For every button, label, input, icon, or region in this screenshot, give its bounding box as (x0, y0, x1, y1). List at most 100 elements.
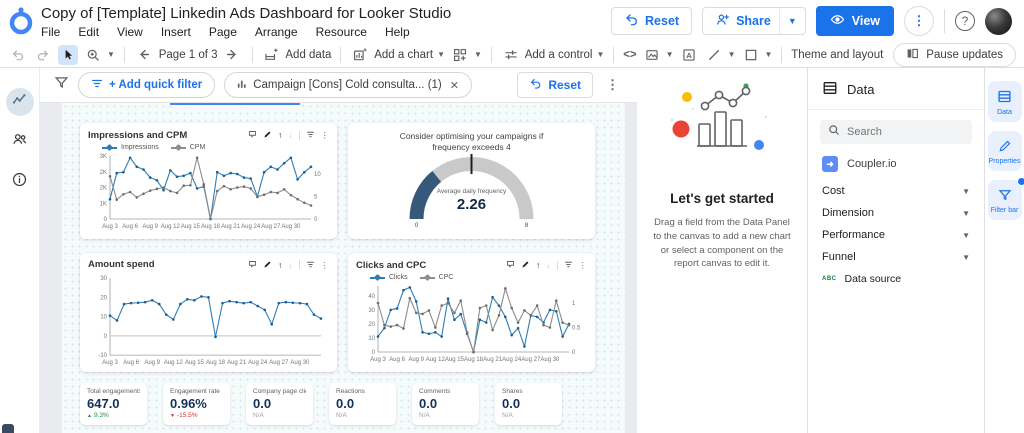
collaborators-tool[interactable] (6, 128, 34, 156)
scorecard-company-page-clicks[interactable]: Company page clicks 0.0 N/A (246, 383, 313, 425)
arrow-up-icon[interactable]: ↑ (536, 261, 540, 270)
menu-file[interactable]: File (41, 25, 60, 39)
chart-filter-icon[interactable] (306, 130, 315, 141)
canvas-gutter: Impressions and CPM ↑ ↓ ⋮ Impressions (40, 103, 637, 433)
page-indicator[interactable]: Page 1 of 3 (159, 49, 218, 61)
campaign-filter-chip[interactable]: Campaign [Cons] Cold consulta... (1) ✕ (224, 72, 472, 98)
field-group-dimension[interactable]: Dimension ▼ (808, 202, 984, 224)
menu-arrange[interactable]: Arrange (255, 25, 298, 39)
add-note-icon[interactable] (248, 260, 257, 271)
previous-page-button[interactable] (134, 45, 154, 65)
view-button[interactable]: View (816, 6, 894, 36)
line-icon (704, 45, 724, 65)
more-options-button[interactable]: ⋮ (904, 6, 934, 36)
document-title[interactable]: Copy of [Template] Linkedin Ads Dashboar… (41, 5, 611, 22)
theme-and-layout-button[interactable]: Theme and layout (791, 49, 883, 61)
edit-pencil-icon[interactable] (263, 260, 272, 271)
chevron-down-icon: ▼ (666, 50, 674, 59)
field-group-performance[interactable]: Performance ▼ (808, 224, 984, 246)
edit-pencil-icon[interactable] (521, 260, 530, 271)
svg-text:Aug 30: Aug 30 (540, 357, 560, 363)
magnifier-icon (83, 45, 103, 65)
filter-bar-menu-icon[interactable]: ⋮ (602, 77, 623, 93)
menu-view[interactable]: View (117, 25, 143, 39)
user-avatar[interactable] (985, 8, 1012, 35)
undo-icon[interactable] (8, 45, 28, 65)
arrow-up-icon[interactable]: ↑ (278, 261, 282, 270)
community-visualizations-button[interactable]: ▼ (450, 45, 482, 65)
menu-resource[interactable]: Resource (316, 25, 367, 39)
filter-reset-button[interactable]: Reset (517, 72, 593, 98)
share-dropdown-button[interactable]: ▼ (779, 8, 805, 34)
frequency-gauge-card[interactable]: Consider optimising your campaigns if fr… (348, 123, 595, 239)
scorecard-comments[interactable]: Comments 0.0 N/A (412, 383, 479, 425)
edit-toolbar: ▼ Page 1 of 3 Add data Add a chart ▼ ▼ A… (0, 42, 1024, 68)
menu-edit[interactable]: Edit (78, 25, 99, 39)
chart-menu-icon[interactable]: ⋮ (321, 131, 330, 140)
chart-filter-icon[interactable] (564, 260, 573, 271)
scorecard-engagement-rate[interactable]: Engagement rate 0.96% ▼-15.5% (163, 383, 230, 425)
line-tool[interactable]: ▼ (704, 45, 736, 65)
looker-studio-logo[interactable] (8, 6, 34, 36)
chart-filter-icon[interactable] (306, 260, 315, 271)
info-tool[interactable] (6, 168, 34, 196)
add-chart-button[interactable]: Add a chart ▼ (350, 45, 445, 65)
svg-text:Aug 21: Aug 21 (227, 360, 247, 366)
arrow-down-icon[interactable]: ↓ (288, 131, 292, 140)
menu-insert[interactable]: Insert (161, 25, 191, 39)
shape-tool[interactable]: ▼ (741, 45, 773, 65)
arrow-up-icon[interactable]: ↑ (278, 131, 282, 140)
field-group-funnel[interactable]: Funnel ▼ (808, 246, 984, 268)
image-icon (642, 45, 662, 65)
add-note-icon[interactable] (248, 130, 257, 141)
data-search-box[interactable] (820, 120, 972, 144)
scorecard-reactions[interactable]: Reactions 0.0 N/A (329, 383, 396, 425)
scorecard-shares[interactable]: Shares 0.0 N/A (495, 383, 562, 425)
help-button[interactable]: ? (955, 11, 975, 31)
image-tool[interactable]: ▼ (642, 45, 674, 65)
zoom-tool[interactable]: ▼ (83, 45, 115, 65)
edit-pencil-icon[interactable] (263, 130, 272, 141)
data-panel-toggle[interactable]: Data (988, 81, 1022, 122)
amount-spend-chart-card[interactable]: Amount spend ↑ ↓ ⋮ -100102030Aug 3Aug 6A… (80, 253, 337, 372)
chart-menu-icon[interactable]: ⋮ (579, 261, 588, 270)
pause-updates-button[interactable]: Pause updates (893, 43, 1016, 67)
clicks-cpc-chart-card[interactable]: Clicks and CPC ↑ ↓ ⋮ Clicks (348, 253, 595, 372)
menu-help[interactable]: Help (385, 25, 410, 39)
add-control-button[interactable]: Add a control ▼ (501, 45, 605, 65)
add-quick-filter-chip[interactable]: + Add quick filter (78, 72, 215, 98)
report-canvas[interactable]: Impressions and CPM ↑ ↓ ⋮ Impressions (62, 103, 625, 433)
report-charts-tool[interactable] (6, 88, 34, 116)
add-chart-icon (350, 45, 370, 65)
embed-tool[interactable]: <> (623, 49, 636, 61)
chevron-down-icon: ▼ (437, 50, 445, 59)
field-group-cost[interactable]: Cost ▼ (808, 180, 984, 202)
svg-text:30: 30 (100, 276, 107, 282)
select-cursor-tool[interactable] (58, 45, 78, 65)
filter-bar-toggle[interactable]: Filter bar (988, 180, 1022, 220)
properties-panel-toggle[interactable]: Properties (988, 131, 1022, 171)
svg-text:Aug 18: Aug 18 (201, 224, 221, 230)
redo-icon[interactable] (33, 45, 53, 65)
connector-row[interactable]: ➜ Coupler.io (808, 144, 984, 180)
reset-button[interactable]: Reset (611, 7, 692, 35)
impressions-cpm-chart-card[interactable]: Impressions and CPM ↑ ↓ ⋮ Impressions (80, 123, 337, 239)
data-source-row[interactable]: ABC Data source (808, 268, 984, 290)
add-note-icon[interactable] (506, 260, 515, 271)
scorecard-total-engagements[interactable]: Total engagements 647.0 ▲9.3% (80, 383, 147, 425)
undo-icon (529, 77, 542, 93)
close-icon[interactable]: ✕ (450, 79, 459, 92)
panes-icon (906, 47, 919, 63)
next-page-button[interactable] (223, 45, 243, 65)
search-input[interactable] (847, 126, 947, 138)
partially-hidden-control[interactable] (170, 103, 300, 107)
gauge-title: Consider optimising your campaigns if fr… (356, 131, 587, 153)
share-button[interactable]: Share (703, 12, 779, 30)
arrow-down-icon[interactable]: ↓ (288, 261, 292, 270)
menu-page[interactable]: Page (209, 25, 237, 39)
chart-menu-icon[interactable]: ⋮ (321, 261, 330, 270)
text-tool[interactable]: A (679, 45, 699, 65)
add-data-button[interactable]: Add data (261, 45, 331, 65)
arrow-down-icon[interactable]: ↓ (546, 261, 550, 270)
svg-text:A: A (686, 51, 692, 60)
